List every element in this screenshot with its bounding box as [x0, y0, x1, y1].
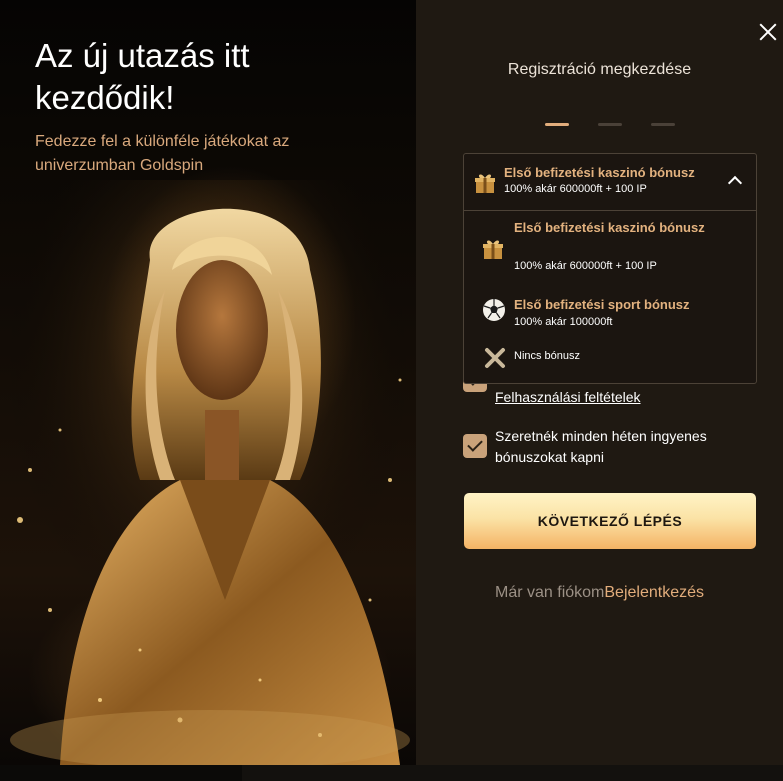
close-icon[interactable] [756, 20, 780, 44]
hero-panel: Az új utazás itt kezdődik! Fedezze fel a… [0, 0, 416, 765]
next-step-button[interactable]: KÖVETKEZŐ LÉPÉS [464, 493, 756, 549]
bonus-option-subtitle: 100% akár 100000ft [514, 316, 613, 328]
weekly-bonus-row: Szeretnék minden héten ingyenes bónuszok… [463, 425, 763, 471]
bonus-option-subtitle: 100% akár 600000ft + 100 IP [514, 260, 657, 272]
step-title: Regisztráció megkezdése [507, 61, 692, 78]
bonus-option-casino[interactable]: Első befizetési kaszinó bónusz 100% akár… [464, 212, 756, 282]
login-link[interactable]: Bejelentkezés [604, 584, 704, 601]
hero-subtitle: Fedezze fel a különféle játékokat az uni… [35, 133, 290, 174]
have-account-text: Már van fiókom [495, 584, 605, 601]
weekly-bonus-checkbox[interactable] [463, 434, 487, 458]
login-prompt: Már van fiókomBejelentkezés [416, 584, 783, 602]
step-1-indicator [545, 123, 569, 126]
gift-icon [483, 240, 503, 259]
bottom-strip [0, 765, 783, 781]
bonus-option-title: Első befizetési kaszinó bónusz [514, 220, 705, 235]
hero-title: Az új utazás itt kezdődik! [35, 37, 250, 116]
terms-link[interactable]: Felhasználási feltételek [495, 389, 641, 405]
bonus-option-sport[interactable]: Első befizetési sport bónusz 100% akár 1… [464, 282, 756, 332]
selected-bonus-subtitle: 100% akár 600000ft + 100 IP [504, 183, 647, 195]
bonus-option-title: Nincs bónusz [514, 350, 581, 362]
weekly-bonus-label: Szeretnék minden héten ingyenes bónuszok… [495, 428, 707, 465]
step-2-indicator [598, 123, 622, 126]
selected-bonus-title: Első befizetési kaszinó bónusz [504, 165, 695, 180]
cross-icon [485, 348, 505, 368]
step-3-indicator [651, 123, 675, 126]
bonus-option-none[interactable]: Nincs bónusz [464, 332, 756, 382]
hero-illustration [0, 180, 416, 765]
gift-icon [475, 174, 495, 193]
bonus-dropdown: Első befizetési kaszinó bónusz 100% akár… [463, 153, 757, 384]
chevron-up-icon [727, 175, 743, 191]
bonus-option-title: Első befizetési sport bónusz [514, 297, 690, 312]
soccer-ball-icon [483, 299, 505, 321]
bonus-dropdown-toggle[interactable]: Első befizetési kaszinó bónusz 100% akár… [464, 154, 756, 211]
